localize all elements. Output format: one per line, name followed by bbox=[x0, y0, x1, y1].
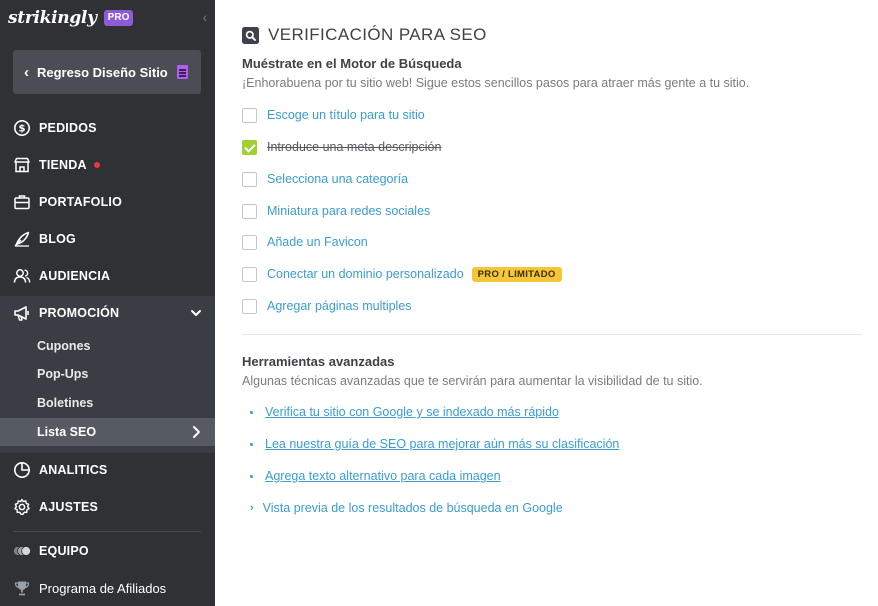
task-multiple-pages[interactable]: Agregar páginas multiples bbox=[242, 297, 412, 315]
link-seo-guide[interactable]: Lea nuestra guía de SEO para mejorar aún… bbox=[250, 435, 619, 453]
task-social-thumbnail[interactable]: Miniatura para redes sociales bbox=[242, 202, 430, 220]
sidebar-item-label: PEDIDOS bbox=[39, 121, 97, 135]
notification-dot bbox=[93, 162, 100, 168]
sidebar: strikingly PRO ‹ ‹ Regreso Diseño Sitio … bbox=[0, 0, 215, 606]
back-to-site-design-button[interactable]: ‹ Regreso Diseño Sitio bbox=[13, 50, 201, 94]
trophy-icon bbox=[13, 579, 31, 597]
subitem-label: Pop-Ups bbox=[37, 367, 89, 381]
sidebar-item-label: ANALITICS bbox=[39, 463, 108, 477]
task-label[interactable]: Agregar páginas multiples bbox=[267, 299, 412, 313]
task-checkbox-checked[interactable] bbox=[242, 139, 257, 155]
sidebar-item-pedidos[interactable]: $ PEDIDOS bbox=[0, 110, 215, 146]
link-verify-google[interactable]: Verifica tu sitio con Google y se indexa… bbox=[250, 403, 559, 421]
subitem-label: Lista SEO bbox=[37, 425, 97, 439]
task-checkbox[interactable] bbox=[242, 298, 257, 314]
seo-search-icon bbox=[242, 26, 259, 44]
dollar-icon: $ bbox=[13, 119, 31, 137]
sidebar-item-label: AUDIENCIA bbox=[39, 269, 111, 283]
collapse-sidebar-icon[interactable]: ‹ bbox=[199, 9, 211, 25]
sidebar-subitem-lista-seo[interactable]: Lista SEO bbox=[0, 418, 215, 446]
search-engine-section-description: ¡Enhorabuena por tu sitio web! Sigue est… bbox=[242, 76, 750, 90]
sidebar-group-promocion: PROMOCIÓN Cupones Pop-Ups Boletines List… bbox=[0, 296, 215, 453]
link-label[interactable]: Vista previa de los resultados de búsque… bbox=[263, 501, 563, 515]
strikingly-logo: strikingly bbox=[8, 8, 97, 28]
sidebar-item-portafolio[interactable]: PORTAFOLIO bbox=[0, 184, 215, 220]
subitem-label: Boletines bbox=[37, 396, 94, 410]
feather-pen-icon bbox=[13, 230, 31, 248]
sidebar-item-programa-afiliados[interactable]: Programa de Afiliados bbox=[0, 570, 215, 606]
sidebar-item-analitics[interactable]: ANALITICS bbox=[0, 452, 215, 488]
main-content: VERIFICACIÓN PARA SEO Muéstrate en el Mo… bbox=[215, 0, 878, 606]
chevron-left-icon: ‹ bbox=[24, 63, 29, 81]
page-header: VERIFICACIÓN PARA SEO bbox=[242, 25, 487, 45]
sidebar-item-label: AJUSTES bbox=[39, 500, 99, 514]
section-divider bbox=[242, 334, 862, 335]
task-label[interactable]: Miniatura para redes sociales bbox=[267, 204, 430, 218]
bullet-icon bbox=[250, 410, 253, 414]
gear-icon bbox=[13, 498, 31, 516]
sidebar-item-label: PROMOCIÓN bbox=[39, 306, 120, 320]
task-favicon[interactable]: Añade un Favicon bbox=[242, 233, 368, 251]
task-checkbox[interactable] bbox=[242, 234, 257, 250]
task-label[interactable]: Selecciona una categoría bbox=[267, 172, 408, 186]
pro-badge: PRO bbox=[103, 10, 134, 26]
brand[interactable]: strikingly PRO bbox=[8, 7, 134, 29]
sidebar-item-promocion[interactable]: PROMOCIÓN bbox=[0, 296, 215, 330]
sidebar-item-ajustes[interactable]: AJUSTES bbox=[0, 489, 215, 525]
chevron-right-icon: › bbox=[250, 502, 254, 514]
chevron-right-icon bbox=[190, 425, 202, 442]
sidebar-subitem-popups[interactable]: Pop-Ups bbox=[0, 360, 215, 388]
task-checkbox[interactable] bbox=[242, 107, 257, 123]
task-label[interactable]: Escoge un título para tu sitio bbox=[267, 108, 425, 122]
task-label: Introduce una meta descripción bbox=[267, 140, 442, 154]
task-meta-description[interactable]: Introduce una meta descripción bbox=[242, 138, 441, 156]
briefcase-icon bbox=[13, 193, 31, 211]
sidebar-item-label: PORTAFOLIO bbox=[39, 195, 123, 209]
chevron-down-icon bbox=[190, 306, 202, 324]
link-label[interactable]: Verifica tu sitio con Google y se indexa… bbox=[265, 405, 559, 419]
users-icon bbox=[13, 267, 31, 285]
sidebar-divider bbox=[13, 531, 201, 532]
store-icon bbox=[13, 156, 31, 174]
sidebar-subitem-boletines[interactable]: Boletines bbox=[0, 389, 215, 417]
svg-text:$: $ bbox=[19, 124, 26, 135]
bullet-icon bbox=[250, 474, 253, 478]
sidebar-item-blog[interactable]: BLOG bbox=[0, 221, 215, 257]
task-checkbox[interactable] bbox=[242, 203, 257, 219]
task-site-title[interactable]: Escoge un título para tu sitio bbox=[242, 106, 425, 124]
task-label[interactable]: Añade un Favicon bbox=[267, 235, 368, 249]
sidebar-item-equipo[interactable]: EQUIPO bbox=[0, 533, 215, 569]
task-custom-domain[interactable]: Conectar un dominio personalizado PRO / … bbox=[242, 265, 562, 283]
sidebar-item-label: EQUIPO bbox=[39, 544, 89, 558]
sidebar-item-tienda[interactable]: TIENDA bbox=[0, 147, 215, 183]
bullet-icon bbox=[250, 442, 253, 446]
advanced-tools-description: Algunas técnicas avanzadas que te servir… bbox=[242, 374, 703, 388]
sidebar-item-label: BLOG bbox=[39, 232, 76, 246]
link-label[interactable]: Agrega texto alternativo para cada image… bbox=[265, 469, 501, 483]
link-google-preview[interactable]: › Vista previa de los resultados de búsq… bbox=[250, 499, 563, 517]
pro-limited-badge: PRO / LIMITADO bbox=[471, 266, 562, 282]
task-checkbox[interactable] bbox=[242, 171, 257, 187]
advanced-tools-title: Herramientas avanzadas bbox=[242, 354, 395, 369]
sidebar-item-label: Programa de Afiliados bbox=[39, 580, 167, 596]
page-title: VERIFICACIÓN PARA SEO bbox=[268, 25, 487, 44]
page-icon bbox=[176, 65, 188, 79]
search-engine-section-title: Muéstrate en el Motor de Búsqueda bbox=[242, 56, 462, 71]
task-checkbox[interactable] bbox=[242, 266, 257, 282]
pie-chart-icon bbox=[13, 461, 31, 479]
back-button-label: Regreso Diseño Sitio bbox=[37, 64, 168, 80]
task-category[interactable]: Selecciona una categoría bbox=[242, 170, 408, 188]
task-label[interactable]: Conectar un dominio personalizado bbox=[267, 267, 464, 281]
megaphone-icon bbox=[13, 304, 31, 322]
team-avatars-icon bbox=[13, 542, 31, 560]
link-alt-text[interactable]: Agrega texto alternativo para cada image… bbox=[250, 467, 501, 485]
sidebar-item-audiencia[interactable]: AUDIENCIA bbox=[0, 258, 215, 294]
sidebar-subitem-cupones[interactable]: Cupones bbox=[0, 332, 215, 360]
subitem-label: Cupones bbox=[37, 339, 91, 353]
link-label[interactable]: Lea nuestra guía de SEO para mejorar aún… bbox=[265, 437, 619, 451]
sidebar-item-label: TIENDA bbox=[39, 158, 87, 172]
